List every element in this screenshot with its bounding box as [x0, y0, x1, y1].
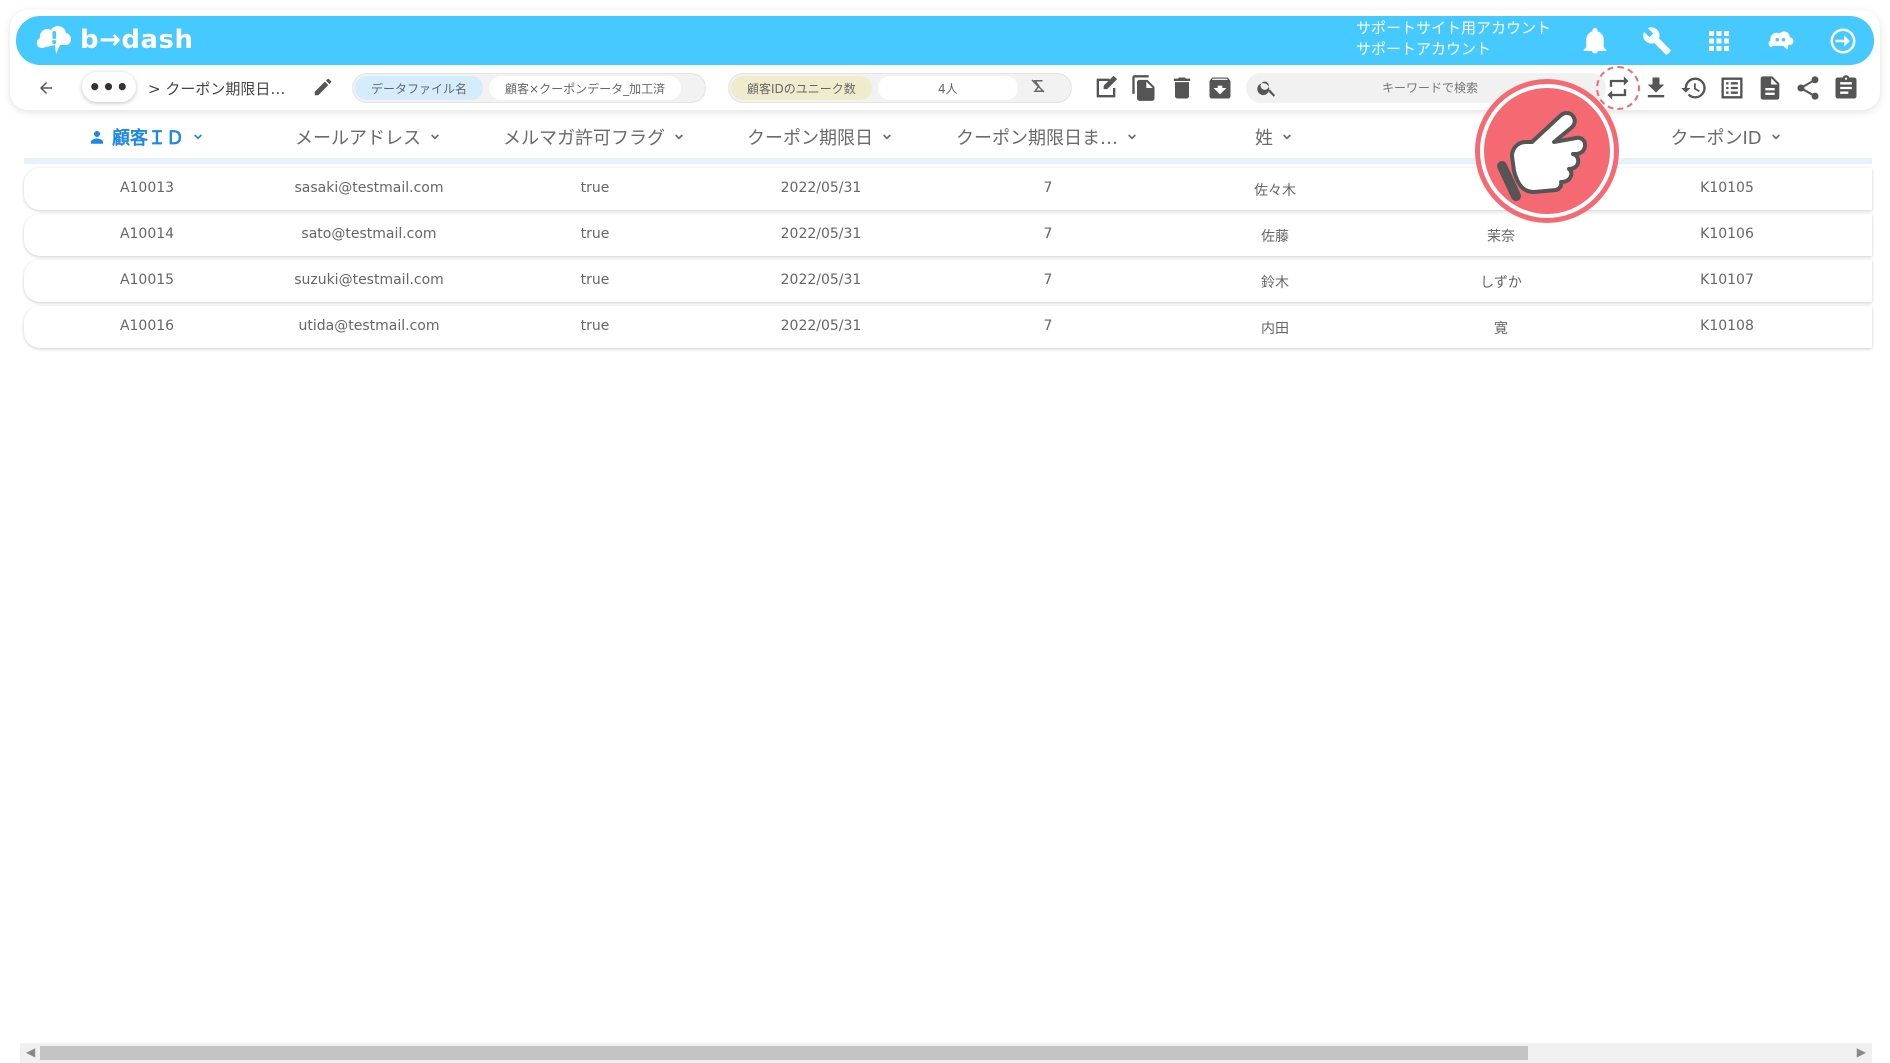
table-cell: 7: [1043, 272, 1053, 288]
bell-icon[interactable]: [1576, 22, 1614, 60]
table-row[interactable]: A10016 utida@testmail.com true 2022/05/31 7 内…: [24, 306, 1872, 348]
table-cell: 佐藤: [1261, 229, 1289, 245]
table-cell: 7: [1043, 180, 1053, 196]
column-header-label: 姓: [1255, 128, 1273, 149]
table-cell: 2022/05/31: [780, 180, 862, 196]
table-cell: suzuki@testmail.com: [294, 272, 444, 288]
share-icon[interactable]: [1794, 74, 1822, 106]
list-icon[interactable]: [1718, 74, 1746, 106]
table-cell: sato@testmail.com: [301, 226, 437, 242]
table-cell: 茉奈: [1487, 229, 1515, 245]
unique-count-label: 顧客IDのユニーク数: [731, 76, 872, 100]
column-header-5[interactable]: 姓: [1255, 124, 1295, 150]
table-cell: sasaki@testmail.com: [294, 180, 444, 196]
search-icon: [1257, 81, 1276, 97]
horizontal-scrollbar[interactable]: ◀ ▶: [20, 1043, 1872, 1063]
column-header-label: メルマガ許可フラグ: [503, 128, 665, 149]
arrow-left-icon: [40, 82, 52, 94]
column-header-3[interactable]: クーポン期限日: [747, 124, 895, 150]
unique-count-value: 4人: [877, 76, 1018, 100]
pencil-icon: [314, 78, 332, 96]
column-header-2[interactable]: メルマガ許可フラグ: [503, 124, 687, 150]
column-header-4[interactable]: クーポン期限日ま…: [956, 124, 1140, 150]
table-cell: K10106: [1700, 226, 1754, 242]
scrollbar-thumb[interactable]: [40, 1046, 1528, 1060]
document-icon[interactable]: [1756, 74, 1784, 106]
pointing-hand-overlay-icon: [1475, 79, 1619, 223]
scroll-right-icon[interactable]: ▶: [1857, 1045, 1866, 1059]
column-header-1[interactable]: メールアドレス: [295, 124, 443, 150]
delete-icon[interactable]: [1168, 74, 1196, 106]
table-cell: A10016: [119, 318, 175, 334]
history-icon[interactable]: [1680, 74, 1708, 106]
edit-note-icon[interactable]: [1092, 74, 1120, 106]
table-cell: 寛: [1494, 321, 1508, 337]
wrench-icon[interactable]: [1638, 22, 1676, 60]
column-header-label: 顧客ＩＤ: [112, 128, 184, 149]
table-cell: しずか: [1480, 275, 1522, 291]
table-cell: K10105: [1700, 180, 1754, 196]
column-header-7[interactable]: クーポンID: [1671, 124, 1784, 150]
app-logo[interactable]: b→dash: [34, 22, 194, 58]
table-cell: 鈴木: [1261, 275, 1289, 291]
table-cell: 佐々木: [1254, 183, 1296, 199]
logo-text: b→dash: [80, 25, 194, 55]
back-button[interactable]: [30, 72, 62, 104]
column-header-0[interactable]: 顧客ＩＤ: [88, 124, 206, 150]
apps-grid-icon[interactable]: [1700, 22, 1738, 60]
unique-count-pill-group: 顧客IDのユニーク数 4人: [728, 73, 1072, 103]
table-cell: true: [580, 318, 610, 334]
table-cell: true: [580, 180, 610, 196]
table-cell: K10107: [1700, 272, 1754, 288]
table-cell: 7: [1043, 318, 1053, 334]
table-cell: A10015: [119, 272, 175, 288]
chevron-down-icon[interactable]: [1279, 129, 1295, 145]
logout-icon[interactable]: [1824, 22, 1862, 60]
chevron-down-icon[interactable]: [427, 129, 443, 145]
copy-icon[interactable]: [1130, 74, 1158, 106]
account-line2: サポートアカウント: [1356, 40, 1492, 58]
table-cell: 2022/05/31: [780, 272, 862, 288]
datafile-pill-group: データファイル名 顧客×クーポンデータ_加工済: [352, 73, 706, 103]
more-breadcrumb-button[interactable]: •••: [82, 72, 136, 102]
table-row[interactable]: A10015 suzuki@testmail.com true 2022/05/31 7…: [24, 260, 1872, 302]
clipboard-icon[interactable]: [1832, 74, 1860, 106]
logo-cloud-icon: [36, 26, 72, 54]
table-cell: A10014: [119, 226, 175, 242]
person-icon: [91, 131, 103, 144]
table-cell: true: [580, 226, 610, 242]
breadcrumb[interactable]: > クーポン期限日…: [148, 78, 285, 99]
scroll-left-icon[interactable]: ◀: [26, 1045, 35, 1059]
account-line1: サポートサイト用アカウント: [1356, 19, 1552, 37]
column-header-label: メールアドレス: [295, 128, 421, 149]
download-icon[interactable]: [1642, 74, 1670, 106]
account-info[interactable]: サポートサイト用アカウント サポートアカウント: [1356, 18, 1551, 60]
archive-icon[interactable]: [1206, 74, 1234, 106]
datafile-value[interactable]: 顧客×クーポンデータ_加工済: [489, 76, 682, 100]
column-header-label: クーポン期限日ま…: [956, 128, 1118, 149]
column-header-label: クーポンID: [1670, 128, 1762, 149]
datafile-label: データファイル名: [355, 76, 484, 100]
column-header-label: クーポン期限日: [747, 128, 873, 149]
table-cell: 2022/05/31: [780, 318, 862, 334]
chat-bot-icon[interactable]: [1762, 22, 1800, 60]
chevron-down-icon[interactable]: [671, 129, 687, 145]
chevron-down-icon[interactable]: [190, 129, 206, 145]
table-cell: true: [580, 272, 610, 288]
chevron-down-icon[interactable]: [1124, 129, 1140, 145]
table-cell: utida@testmail.com: [298, 318, 440, 334]
table-cell: 2022/05/31: [780, 226, 862, 242]
edit-title-button[interactable]: [312, 76, 338, 102]
clear-formula-icon[interactable]: [1029, 77, 1047, 99]
table-cell: K10108: [1700, 318, 1754, 334]
chevron-down-icon[interactable]: [1768, 129, 1784, 145]
top-header-bar: b→dash サポートサイト用アカウント サポートアカウント: [16, 16, 1874, 65]
table-cell: 内田: [1261, 321, 1289, 337]
table-cell: 7: [1043, 226, 1053, 242]
table-cell: A10013: [119, 180, 175, 196]
chevron-down-icon[interactable]: [879, 129, 895, 145]
